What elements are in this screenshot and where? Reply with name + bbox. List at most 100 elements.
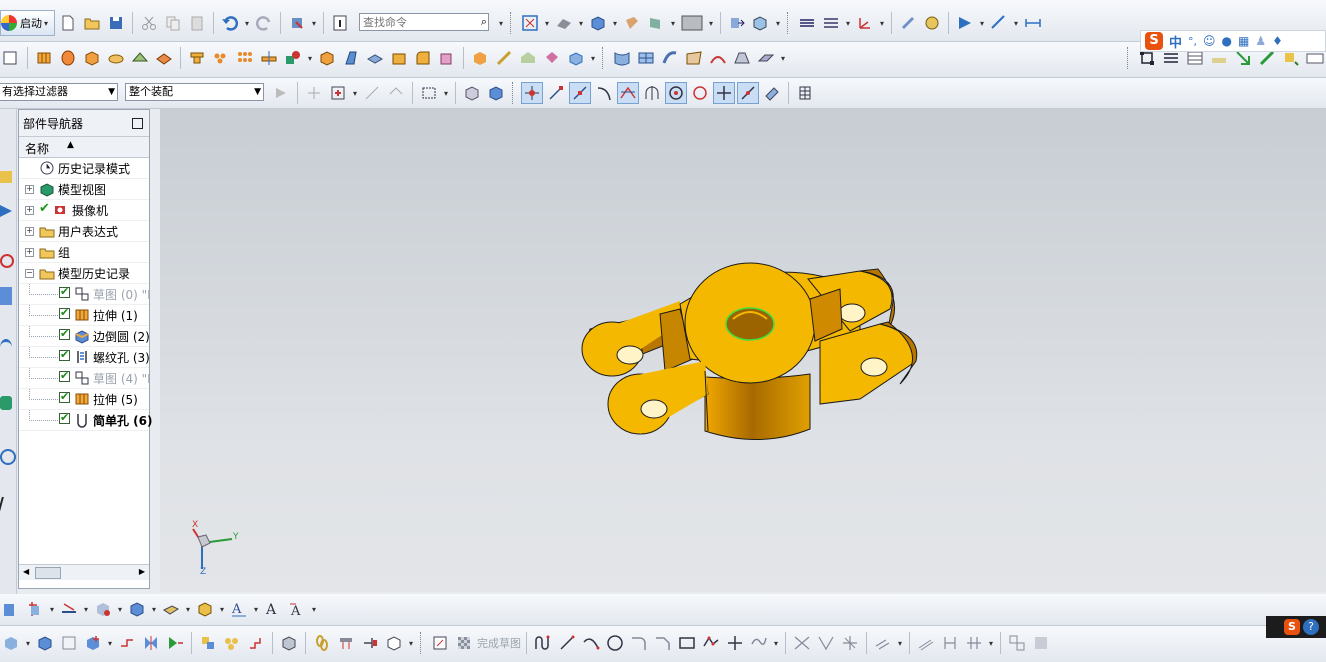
select-face-icon[interactable] bbox=[461, 82, 483, 104]
assembly-dropdown-icon[interactable]: ▾ bbox=[774, 19, 782, 28]
point-constructor-icon[interactable] bbox=[327, 82, 349, 104]
navigator-node[interactable]: 历史记录模式 bbox=[19, 158, 149, 179]
line-icon[interactable] bbox=[556, 632, 578, 654]
feature-node[interactable]: ✔ 拉伸 (1) bbox=[19, 305, 149, 326]
project-dropdown-icon[interactable]: ▾ bbox=[184, 605, 192, 614]
expand-toggle-icon[interactable]: + bbox=[25, 248, 34, 257]
surface-dropdown-icon[interactable]: ▾ bbox=[779, 54, 787, 63]
point-set-icon[interactable] bbox=[92, 598, 114, 620]
mate-component-icon[interactable] bbox=[116, 632, 138, 654]
general-selection-icon[interactable] bbox=[270, 82, 292, 104]
shaded-cube-icon[interactable] bbox=[587, 12, 609, 34]
edit-object-icon[interactable] bbox=[897, 12, 919, 34]
datum-dropdown-icon[interactable]: ▾ bbox=[48, 605, 56, 614]
reposition-icon[interactable] bbox=[164, 632, 186, 654]
point-on-curve-icon[interactable] bbox=[713, 82, 735, 104]
feature-node[interactable]: ✔ 螺纹孔 (3) bbox=[19, 347, 150, 368]
finish-sketch-label[interactable]: 完成草图 bbox=[477, 635, 521, 651]
face-body-icon[interactable] bbox=[565, 47, 587, 69]
background-color-icon[interactable] bbox=[679, 12, 705, 34]
navigator-node[interactable]: + 用户表达式 bbox=[19, 221, 149, 242]
text-replace-dropdown-icon[interactable]: ▾ bbox=[310, 605, 318, 614]
assembly-tree-dropdown-icon[interactable]: ▾ bbox=[24, 639, 32, 648]
profile-icon[interactable] bbox=[532, 632, 554, 654]
feature-checkbox[interactable]: ✔ bbox=[59, 285, 70, 298]
open-folder-icon[interactable] bbox=[81, 12, 103, 34]
horizontal-scrollbar[interactable]: ◀ ▶ bbox=[19, 564, 149, 580]
copy-icon[interactable] bbox=[162, 12, 184, 34]
skin-icon[interactable]: ♦ bbox=[1272, 34, 1283, 48]
snap-point-icon[interactable] bbox=[303, 82, 325, 104]
fillet-icon[interactable] bbox=[628, 632, 650, 654]
ime-punctuation-toggle[interactable]: °, bbox=[1188, 35, 1197, 48]
repeat-dropdown-icon[interactable]: ▾ bbox=[310, 19, 318, 28]
studio-spline-icon[interactable] bbox=[748, 632, 770, 654]
show-constraints-icon[interactable] bbox=[1006, 632, 1028, 654]
redo-icon[interactable] bbox=[253, 12, 275, 34]
vector-constructor-icon[interactable] bbox=[361, 82, 383, 104]
new-file-icon[interactable] bbox=[57, 12, 79, 34]
edge-blend-icon[interactable] bbox=[412, 47, 434, 69]
deformable-part-icon[interactable] bbox=[221, 632, 243, 654]
text-replace-icon[interactable]: A bbox=[286, 598, 308, 620]
search-icon[interactable]: ⌕ bbox=[481, 15, 487, 29]
constraint-dropdown-icon[interactable]: ▾ bbox=[987, 639, 995, 648]
circle-icon[interactable] bbox=[604, 632, 626, 654]
make-corner-icon[interactable] bbox=[839, 632, 861, 654]
layer-move-icon[interactable] bbox=[820, 12, 842, 34]
datum-axis-icon[interactable] bbox=[24, 598, 46, 620]
feature-checkbox[interactable]: ✔ bbox=[59, 327, 70, 340]
polygon-icon[interactable] bbox=[700, 632, 722, 654]
undo-dropdown-icon[interactable]: ▾ bbox=[243, 19, 251, 28]
analysis-icon[interactable] bbox=[921, 12, 943, 34]
cut-icon[interactable] bbox=[138, 12, 160, 34]
curve-mesh-icon[interactable] bbox=[635, 47, 657, 69]
arc-center-icon[interactable] bbox=[641, 82, 663, 104]
feature-node[interactable]: ✔ 草图 (0) "I bbox=[19, 284, 151, 305]
datum-csys-icon[interactable] bbox=[58, 598, 80, 620]
csys-dropdown-icon[interactable]: ▾ bbox=[82, 605, 90, 614]
sew-icon[interactable] bbox=[541, 47, 563, 69]
extension-surface-icon[interactable] bbox=[755, 47, 777, 69]
sogou-tray-icon[interactable]: S bbox=[1284, 619, 1300, 635]
grid-icon[interactable] bbox=[794, 82, 816, 104]
chamfer-icon[interactable] bbox=[388, 47, 410, 69]
project-curve-icon[interactable] bbox=[160, 598, 182, 620]
mirror-assembly-icon[interactable] bbox=[140, 632, 162, 654]
wrap-icon[interactable] bbox=[517, 47, 539, 69]
feature-node[interactable]: ✔ 拉伸 (5) bbox=[19, 389, 149, 410]
assembly-constraint-icon[interactable] bbox=[750, 12, 772, 34]
point-on-surface-icon[interactable] bbox=[737, 82, 759, 104]
offset-sketch-dropdown-icon[interactable]: ▾ bbox=[896, 639, 904, 648]
background-dropdown-icon[interactable]: ▾ bbox=[707, 19, 715, 28]
offset-face-icon[interactable] bbox=[153, 47, 175, 69]
offset-dropdown-icon[interactable]: ▾ bbox=[150, 605, 158, 614]
feature-node[interactable]: ✔ 简单孔 (6) bbox=[19, 410, 153, 431]
auto-constrain-icon[interactable] bbox=[963, 632, 985, 654]
end-point-icon[interactable] bbox=[545, 82, 567, 104]
interpart-icon[interactable] bbox=[359, 632, 381, 654]
select-dropdown-icon[interactable]: ▾ bbox=[442, 89, 450, 98]
type-filter-select[interactable]: 有选择过滤器 ▼ bbox=[0, 83, 118, 101]
mirror-feature-icon[interactable] bbox=[258, 47, 280, 69]
start-button[interactable]: 启动 ▾ bbox=[0, 10, 55, 36]
resource-reuse-tab-icon[interactable] bbox=[0, 287, 12, 305]
measure-icon[interactable] bbox=[988, 12, 1010, 34]
view-dropdown-icon[interactable]: ▾ bbox=[543, 19, 551, 28]
replace-face-icon[interactable] bbox=[436, 47, 458, 69]
section-dropdown-icon[interactable]: ▾ bbox=[669, 19, 677, 28]
draft-icon[interactable] bbox=[340, 47, 362, 69]
rectangle-icon[interactable] bbox=[676, 632, 698, 654]
repeat-command-icon[interactable] bbox=[286, 12, 308, 34]
navigator-node[interactable]: + 模型视图 bbox=[19, 179, 149, 200]
mid-point-icon[interactable] bbox=[569, 82, 591, 104]
text-search-icon[interactable]: A bbox=[262, 598, 284, 620]
render-style-icon[interactable] bbox=[553, 12, 575, 34]
render-dropdown-icon[interactable]: ▾ bbox=[577, 19, 585, 28]
exploded-view-icon[interactable] bbox=[278, 632, 300, 654]
wcs-dropdown-icon[interactable]: ▾ bbox=[878, 19, 886, 28]
block-icon[interactable] bbox=[81, 47, 103, 69]
microphone-icon[interactable]: ● bbox=[1222, 34, 1232, 48]
save-icon[interactable] bbox=[105, 12, 127, 34]
scroll-thumb[interactable] bbox=[35, 567, 61, 579]
